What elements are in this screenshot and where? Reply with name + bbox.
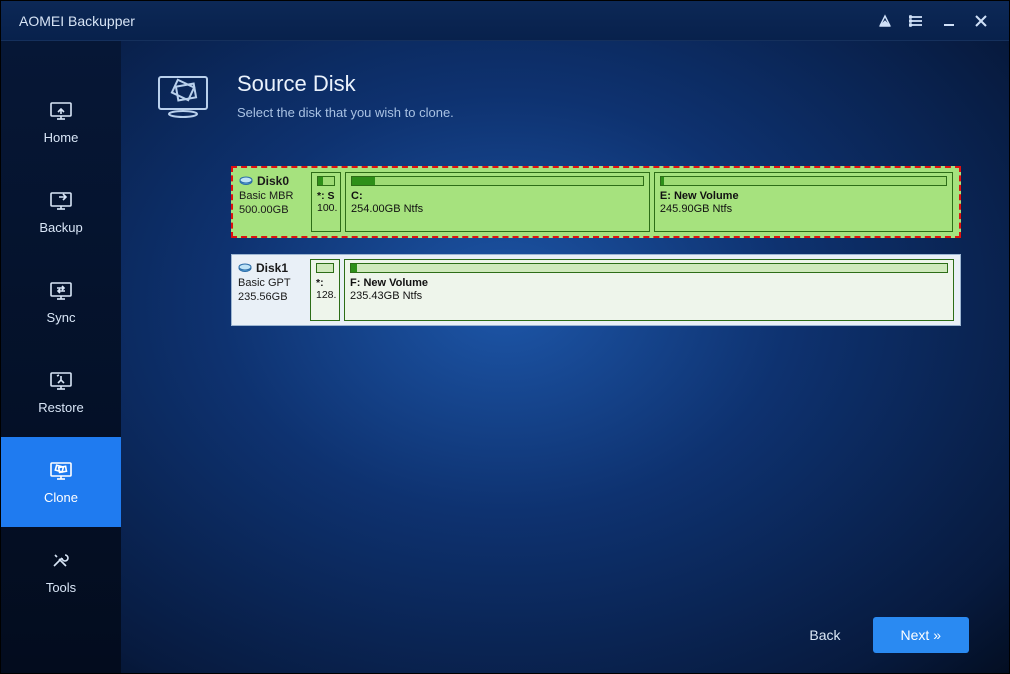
partition-usage-bar (351, 176, 644, 186)
page-title: Source Disk (237, 71, 454, 97)
disk-info: Disk0 Basic MBR 500.00GB (233, 168, 311, 236)
disk-type: Basic GPT (238, 277, 304, 289)
sidebar-item-sync[interactable]: Sync (1, 257, 121, 347)
page-header: Source Disk Select the disk that you wis… (151, 71, 969, 130)
sidebar-item-label: Restore (38, 400, 84, 415)
disk-name: Disk1 (256, 261, 288, 275)
partition-label: F: New Volume (350, 277, 948, 290)
sidebar-item-home[interactable]: Home (1, 77, 121, 167)
disk-name: Disk0 (257, 174, 289, 188)
sidebar-item-backup[interactable]: Backup (1, 167, 121, 257)
sidebar-item-label: Sync (47, 310, 76, 325)
partition[interactable]: F: New Volume235.43GB Ntfs (344, 259, 954, 321)
disk-partitions: *: S100.C:254.00GB NtfsE: New Volume245.… (311, 168, 959, 236)
partition-label: *: S (317, 190, 335, 202)
disk-size: 500.00GB (239, 204, 305, 216)
disk-icon (238, 263, 252, 273)
menu-icon[interactable] (901, 5, 933, 37)
source-disk-icon (151, 71, 215, 130)
sidebar: Home Backup Sync Restore Clone Tools (1, 41, 121, 673)
disk-icon (239, 176, 253, 186)
sidebar-item-label: Tools (46, 580, 76, 595)
partition[interactable]: C:254.00GB Ntfs (345, 172, 650, 232)
main-panel: Source Disk Select the disk that you wis… (121, 41, 1009, 673)
sidebar-item-tools[interactable]: Tools (1, 527, 121, 617)
disk-list: Disk0Basic MBR500.00GB*: S100.C:254.00GB… (231, 166, 961, 326)
sidebar-item-label: Clone (44, 490, 78, 505)
partition-usage-bar (317, 176, 335, 186)
disk-size: 235.56GB (238, 291, 304, 303)
close-icon[interactable] (965, 5, 997, 37)
back-button[interactable]: Back (795, 619, 854, 651)
body: Home Backup Sync Restore Clone Tools (1, 41, 1009, 673)
partition-label: *: (316, 277, 334, 289)
partition-size: 128. (316, 289, 334, 301)
sidebar-item-clone[interactable]: Clone (1, 437, 121, 527)
next-button-label: Next » (901, 627, 941, 643)
page-subtitle: Select the disk that you wish to clone. (237, 105, 454, 120)
titlebar: AOMEI Backupper (1, 1, 1009, 41)
partition-size: 235.43GB Ntfs (350, 290, 948, 303)
partition-usage-bar (316, 263, 334, 273)
minimize-icon[interactable] (933, 5, 965, 37)
app-title: AOMEI Backupper (19, 13, 135, 29)
sidebar-item-label: Backup (39, 220, 82, 235)
disk-row[interactable]: Disk1Basic GPT235.56GB*:128.F: New Volum… (231, 254, 961, 326)
partition-size: 100. (317, 202, 335, 214)
partition-label: C: (351, 190, 644, 203)
partition-usage-bar (350, 263, 948, 273)
disk-row[interactable]: Disk0Basic MBR500.00GB*: S100.C:254.00GB… (231, 166, 961, 238)
sidebar-item-label: Home (44, 130, 79, 145)
partition[interactable]: *: S100. (311, 172, 341, 232)
partition-size: 254.00GB Ntfs (351, 203, 644, 216)
partition-usage-bar (660, 176, 947, 186)
partition-size: 245.90GB Ntfs (660, 203, 947, 216)
footer: Back Next » (795, 617, 969, 653)
app-window: AOMEI Backupper Home Backup (0, 0, 1010, 674)
sidebar-item-restore[interactable]: Restore (1, 347, 121, 437)
next-button[interactable]: Next » (873, 617, 969, 653)
disk-type: Basic MBR (239, 190, 305, 202)
disk-partitions: *:128.F: New Volume235.43GB Ntfs (310, 255, 960, 325)
upgrade-icon[interactable] (869, 5, 901, 37)
partition[interactable]: *:128. (310, 259, 340, 321)
disk-info: Disk1 Basic GPT 235.56GB (232, 255, 310, 325)
partition-label: E: New Volume (660, 190, 947, 203)
partition[interactable]: E: New Volume245.90GB Ntfs (654, 172, 953, 232)
